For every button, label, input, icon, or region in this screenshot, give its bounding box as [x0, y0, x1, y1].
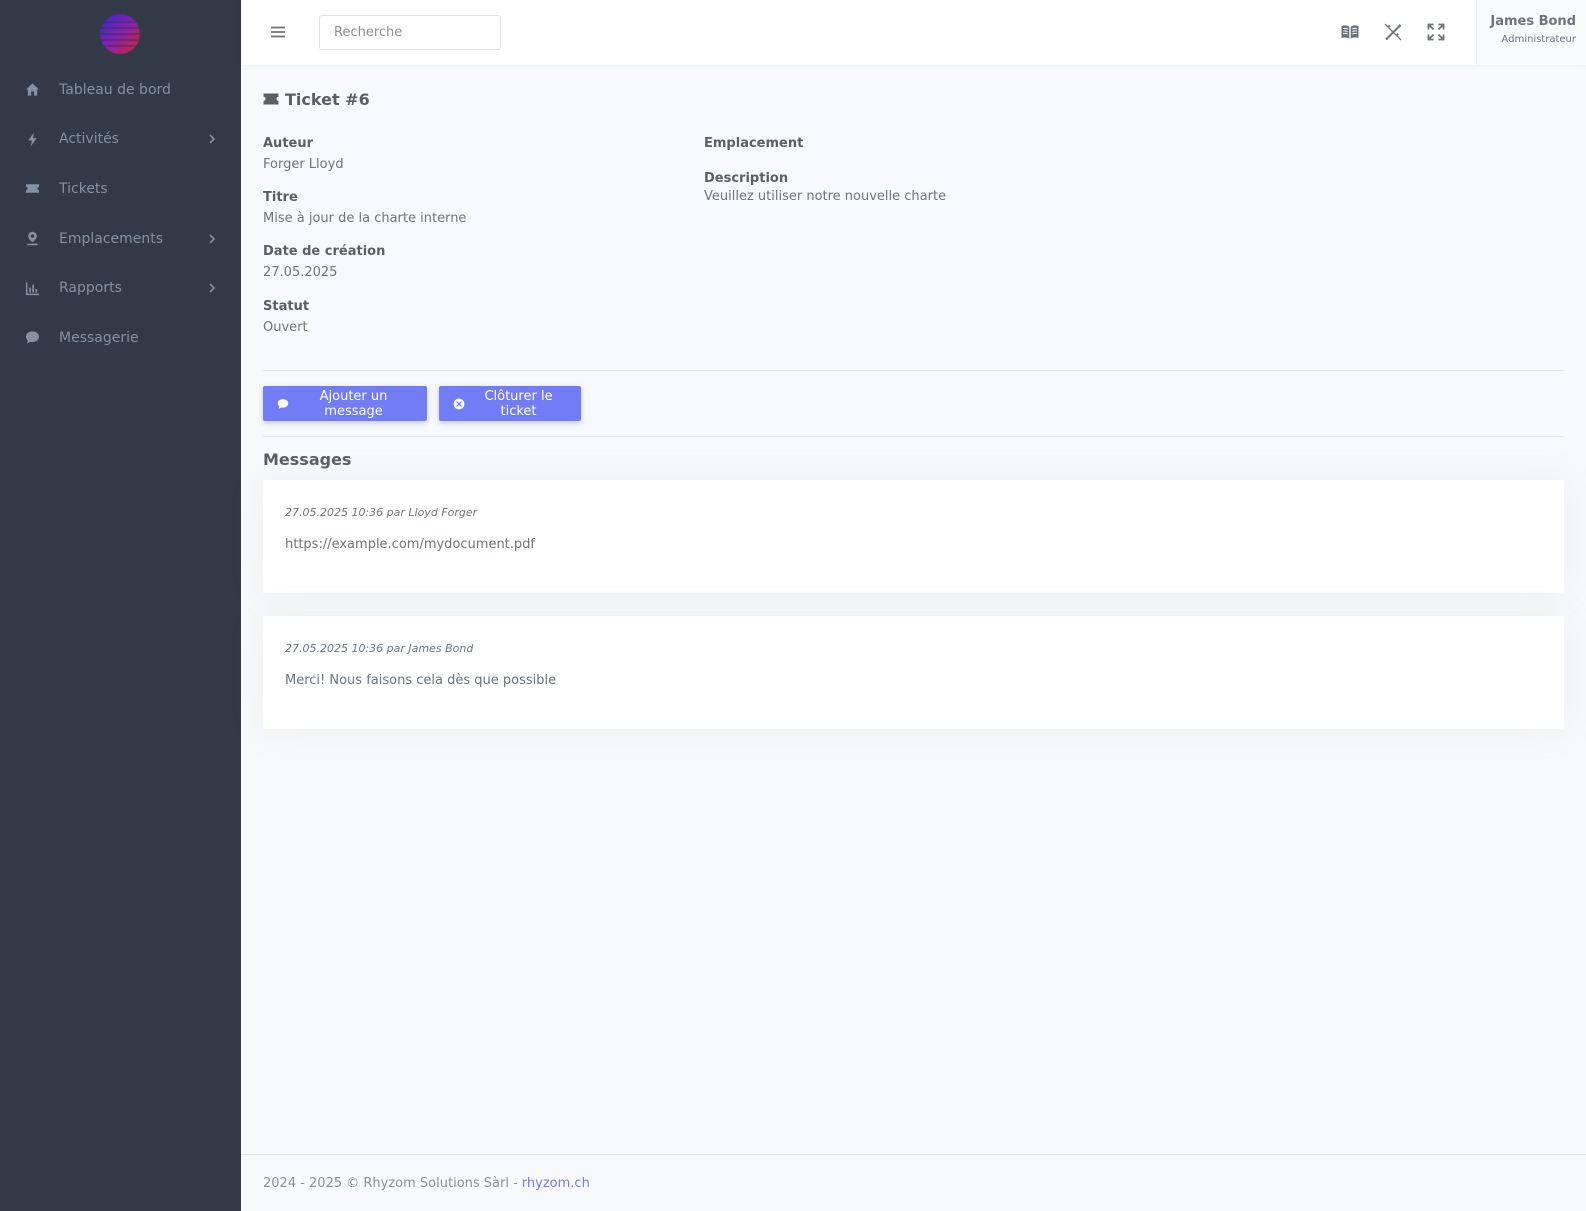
field-title: Titre Mise à jour de la charte interne [263, 190, 466, 226]
field-description: Description Veuillez utiliser notre nouv… [704, 171, 946, 204]
sidebar-item-label: Emplacements [59, 230, 164, 247]
field-value: 27.05.2025 [263, 265, 338, 280]
close-ticket-button[interactable]: Clôturer le ticket [439, 386, 581, 421]
user-name: James Bond [1490, 14, 1576, 29]
ticket-title: Ticket #6 [285, 90, 370, 109]
chat-bubble-icon [24, 330, 40, 346]
message-body: https://example.com/mydocument.pdf [285, 537, 535, 552]
chevron-right-icon [207, 234, 217, 244]
field-label: Statut [263, 299, 310, 314]
chevron-right-icon [207, 134, 217, 144]
field-value: Veuillez utiliser notre nouvelle charte [704, 189, 947, 204]
divider [263, 370, 1564, 371]
ticket-icon [263, 92, 279, 108]
message-body: Merci! Nous faisons cela dès que possibl… [285, 673, 557, 688]
field-creation-date: Date de création 27.05.2025 [263, 244, 385, 280]
message-card: 27.05.2025 10:36 par James Bond Merci! N… [263, 616, 1564, 729]
sidebar-nav: Tableau de bord Activités Tickets Emplac… [0, 65, 241, 363]
sidebar-item-tickets[interactable]: Tickets [0, 164, 241, 214]
field-value: Mise à jour de la charte interne [263, 211, 467, 226]
magic-wand-icon[interactable] [1382, 21, 1404, 43]
field-location: Emplacement [704, 136, 803, 157]
sidebar-item-label: Rapports [59, 280, 122, 297]
bar-chart-icon [24, 280, 40, 296]
search-input[interactable] [319, 15, 501, 50]
menu-toggle-icon[interactable] [268, 22, 288, 42]
field-status: Statut Ouvert [263, 299, 309, 335]
sidebar-item-label: Activités [59, 131, 119, 148]
sidebar-item-messaging[interactable]: Messagerie [0, 313, 241, 363]
sidebar-item-label: Tickets [59, 180, 108, 197]
fullscreen-icon[interactable] [1425, 21, 1447, 43]
chevron-right-icon [207, 283, 217, 293]
field-value: Ouvert [263, 320, 308, 335]
field-label: Date de création [263, 244, 386, 259]
messages-title: Messages [263, 450, 352, 469]
sidebar-item-locations[interactable]: Emplacements [0, 214, 241, 264]
book-icon[interactable] [1339, 21, 1361, 43]
field-label: Emplacement [704, 136, 804, 151]
sidebar-item-dashboard[interactable]: Tableau de bord [0, 65, 241, 115]
page-title: Ticket #6 [263, 90, 370, 109]
sidebar-item-label: Messagerie [59, 329, 139, 346]
sidebar: Tableau de bord Activités Tickets Emplac… [0, 0, 241, 1211]
close-circle-icon [453, 398, 465, 410]
user-role: Administrateur [1501, 34, 1576, 45]
button-label: Clôturer le ticket [484, 388, 553, 419]
rhyzom-logo[interactable] [100, 14, 140, 54]
field-label: Description [704, 171, 789, 186]
message-meta: 27.05.2025 10:36 par Lloyd Forger [285, 506, 478, 519]
field-label: Auteur [263, 136, 314, 151]
field-label: Titre [263, 190, 298, 205]
button-label: Ajouter un message [319, 388, 388, 419]
topbar: James Bond Administrateur [241, 0, 1586, 65]
sidebar-item-reports[interactable]: Rapports [0, 263, 241, 313]
footer-link[interactable]: rhyzom.ch [522, 1176, 590, 1191]
divider [263, 436, 1564, 437]
chat-bubble-icon [277, 398, 289, 410]
add-message-button[interactable]: Ajouter un message [263, 386, 427, 421]
field-value: Forger Lloyd [263, 157, 344, 172]
sidebar-item-label: Tableau de bord [59, 81, 171, 98]
sidebar-item-activities[interactable]: Activités [0, 115, 241, 165]
message-meta: 27.05.2025 10:36 par James Bond [285, 642, 474, 655]
footer: 2024 - 2025 © Rhyzom Solutions Sàrl - rh… [241, 1154, 1586, 1211]
ticket-icon [24, 181, 40, 197]
home-icon [24, 82, 40, 98]
footer-copyright: 2024 - 2025 © Rhyzom Solutions Sàrl - [263, 1175, 518, 1191]
message-card: 27.05.2025 10:36 par Lloyd Forger https:… [263, 480, 1564, 593]
user-menu[interactable]: James Bond Administrateur [1476, 0, 1586, 65]
bolt-icon [24, 131, 40, 147]
location-pin-icon [24, 231, 40, 247]
field-author: Auteur Forger Lloyd [263, 136, 344, 172]
